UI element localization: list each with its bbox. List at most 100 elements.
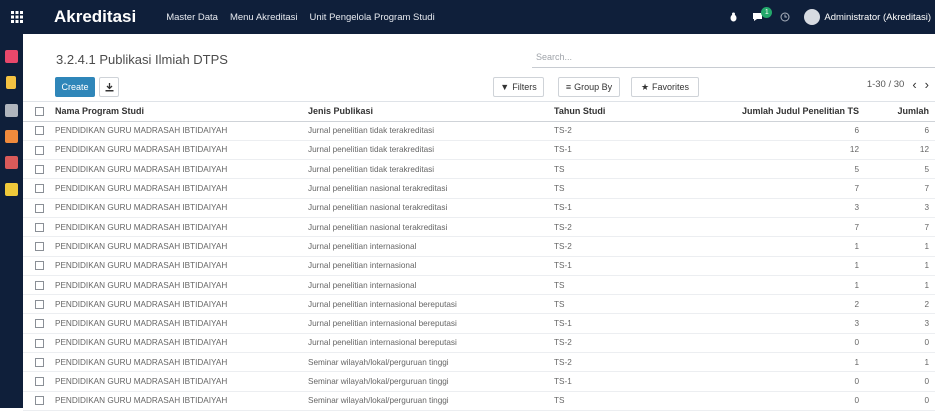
column-header[interactable]: Jumlah: [865, 102, 935, 122]
row-checkbox[interactable]: [34, 203, 44, 213]
row-checkbox[interactable]: [34, 299, 44, 309]
row-checkbox[interactable]: [34, 319, 44, 329]
cell-jumlah: 2: [865, 294, 935, 315]
document-icon[interactable]: [5, 130, 18, 143]
cell-program-studi: PENDIDIKAN GURU MADRASAH IBTIDAIYAH: [55, 178, 308, 199]
cell-tahun-studi: TS: [554, 178, 698, 199]
users-icon[interactable]: [5, 156, 18, 169]
row-checkbox[interactable]: [34, 184, 44, 194]
pager: 1-30 / 30 ‹ ›: [867, 78, 929, 91]
cell-jumlah-judul: 3: [698, 313, 865, 334]
column-header[interactable]: Jenis Publikasi: [308, 102, 554, 122]
menu-master-data[interactable]: Master Data: [166, 12, 218, 23]
cell-program-studi: PENDIDIKAN GURU MADRASAH IBTIDAIYAH: [55, 198, 308, 218]
pager-next-icon[interactable]: ›: [925, 78, 929, 91]
cell-program-studi: PENDIDIKAN GURU MADRASAH IBTIDAIYAH: [55, 275, 308, 296]
cell-jumlah: 6: [865, 121, 935, 141]
row-checkbox[interactable]: [34, 396, 44, 406]
chat-button[interactable]: 1: [752, 7, 773, 22]
publikasi-table: Nama Program Studi Jenis Publikasi Tahun…: [23, 102, 935, 411]
group-by-button[interactable]: ≡ Group By: [558, 77, 620, 97]
filter-icon: ▼: [500, 82, 510, 92]
table-row[interactable]: PENDIDIKAN GURU MADRASAH IBTIDAIYAH Jurna…: [23, 313, 935, 334]
apps-menu-icon[interactable]: [0, 0, 34, 34]
download-button[interactable]: [99, 77, 119, 97]
column-header[interactable]: Jumlah Judul Penelitian TS: [698, 102, 865, 122]
discuss-icon[interactable]: [5, 50, 18, 63]
table-row[interactable]: PENDIDIKAN GURU MADRASAH IBTIDAIYAH Jurna…: [23, 275, 935, 296]
cell-jenis-publikasi: Jurnal penelitian nasional terakreditasi: [308, 217, 554, 238]
cell-jenis-publikasi: Jurnal penelitian nasional terakreditasi: [308, 178, 554, 199]
row-checkbox[interactable]: [34, 357, 44, 367]
row-checkbox-cell: [23, 371, 55, 392]
cell-tahun-studi: TS-2: [554, 236, 698, 257]
notes-icon[interactable]: [6, 76, 16, 89]
table-row[interactable]: PENDIDIKAN GURU MADRASAH IBTIDAIYAH Jurna…: [23, 256, 935, 276]
favorites-label: Favorites: [652, 82, 690, 92]
row-checkbox[interactable]: [34, 164, 44, 174]
create-button[interactable]: Create: [55, 77, 95, 97]
bug-icon[interactable]: [729, 12, 738, 22]
cell-jenis-publikasi: Jurnal penelitian internasional: [308, 275, 554, 296]
cell-jenis-publikasi: Jurnal penelitian internasional: [308, 236, 554, 257]
column-header[interactable]: Tahun Studi: [554, 102, 698, 122]
cell-tahun-studi: TS: [554, 294, 698, 315]
row-checkbox[interactable]: [34, 126, 44, 136]
row-checkbox[interactable]: [34, 242, 44, 252]
cell-program-studi: PENDIDIKAN GURU MADRASAH IBTIDAIYAH: [55, 121, 308, 141]
column-header[interactable]: Nama Program Studi: [55, 102, 308, 122]
row-checkbox-cell: [23, 236, 55, 257]
cell-jumlah: 7: [865, 178, 935, 199]
search-input[interactable]: Search...: [532, 52, 935, 68]
pager-previous-icon[interactable]: ‹: [912, 78, 916, 91]
cell-jumlah-judul: 3: [698, 198, 865, 218]
chat-count-badge: 1: [761, 7, 773, 18]
table-row[interactable]: PENDIDIKAN GURU MADRASAH IBTIDAIYAH Jurna…: [23, 198, 935, 218]
cell-jenis-publikasi: Jurnal penelitian internasional bereputa…: [308, 313, 554, 334]
table-row[interactable]: PENDIDIKAN GURU MADRASAH IBTIDAIYAH Jurna…: [23, 178, 935, 199]
cell-program-studi: PENDIDIKAN GURU MADRASAH IBTIDAIYAH: [55, 159, 308, 180]
row-checkbox-cell: [23, 256, 55, 276]
favorites-button[interactable]: ★ Favorites: [631, 77, 699, 97]
row-checkbox[interactable]: [34, 338, 44, 348]
cell-jumlah: 1: [865, 352, 935, 373]
select-all-checkbox[interactable]: [34, 107, 44, 117]
cell-jenis-publikasi: Jurnal penelitian tidak terakreditasi: [308, 121, 554, 141]
menu-akreditasi[interactable]: Menu Akreditasi: [230, 12, 298, 23]
row-checkbox[interactable]: [34, 145, 44, 155]
row-checkbox-cell: [23, 198, 55, 218]
table-row[interactable]: PENDIDIKAN GURU MADRASAH IBTIDAIYAH Jurna…: [23, 236, 935, 257]
filters-label: Filters: [512, 82, 537, 92]
table-row[interactable]: PENDIDIKAN GURU MADRASAH IBTIDAIYAH Jurna…: [23, 140, 935, 161]
table-row[interactable]: PENDIDIKAN GURU MADRASAH IBTIDAIYAH Jurna…: [23, 159, 935, 180]
table-row[interactable]: PENDIDIKAN GURU MADRASAH IBTIDAIYAH Jurna…: [23, 121, 935, 141]
filters-button[interactable]: ▼ Filters: [493, 77, 544, 97]
cell-jumlah: 5: [865, 159, 935, 180]
link-icon[interactable]: [5, 104, 18, 117]
table-row[interactable]: PENDIDIKAN GURU MADRASAH IBTIDAIYAH Jurna…: [23, 294, 935, 315]
cell-tahun-studi: TS-2: [554, 333, 698, 354]
row-checkbox[interactable]: [34, 261, 44, 271]
app-title: Akreditasi: [54, 7, 137, 26]
menu-unit-pengelola[interactable]: Unit Pengelola Program Studi: [310, 12, 435, 23]
table-row[interactable]: PENDIDIKAN GURU MADRASAH IBTIDAIYAH Jurna…: [23, 217, 935, 238]
user-menu[interactable]: Administrator (Akreditasi): [804, 9, 931, 25]
table-row[interactable]: PENDIDIKAN GURU MADRASAH IBTIDAIYAH Semin…: [23, 371, 935, 392]
row-checkbox[interactable]: [34, 280, 44, 290]
cell-tahun-studi: TS-1: [554, 313, 698, 334]
table-row[interactable]: PENDIDIKAN GURU MADRASAH IBTIDAIYAH Jurna…: [23, 333, 935, 354]
table-row[interactable]: PENDIDIKAN GURU MADRASAH IBTIDAIYAH Semin…: [23, 352, 935, 373]
cell-tahun-studi: TS-1: [554, 198, 698, 218]
cell-jumlah-judul: 1: [698, 275, 865, 296]
clock-icon[interactable]: [780, 12, 790, 22]
settings-icon[interactable]: [5, 183, 18, 196]
row-checkbox[interactable]: [34, 222, 44, 232]
row-checkbox[interactable]: [34, 377, 44, 387]
cell-jenis-publikasi: Jurnal penelitian nasional terakreditasi: [308, 198, 554, 218]
cell-tahun-studi: TS-2: [554, 121, 698, 141]
pager-value[interactable]: 1-30 / 30: [867, 79, 905, 90]
cell-jumlah: 3: [865, 313, 935, 334]
row-checkbox-cell: [23, 333, 55, 354]
cell-jumlah-judul: 1: [698, 256, 865, 276]
cell-program-studi: PENDIDIKAN GURU MADRASAH IBTIDAIYAH: [55, 236, 308, 257]
